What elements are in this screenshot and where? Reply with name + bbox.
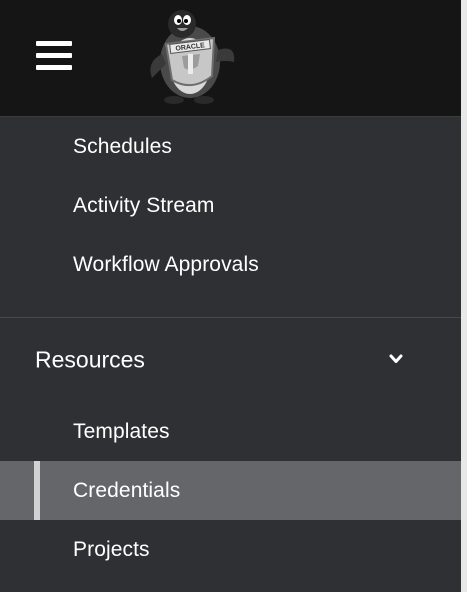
sidebar-item-label: Templates — [73, 419, 170, 443]
sidebar-item-workflow-approvals[interactable]: Workflow Approvals — [0, 235, 461, 294]
oracle-penguin-logo-icon[interactable]: ORACLE — [142, 4, 242, 108]
sidebar-item-templates[interactable]: Templates — [0, 402, 461, 461]
masthead: ORACLE — [0, 0, 461, 117]
app-window: ORACLE Schedules Activity Stream Workflo… — [0, 0, 461, 592]
sidebar-item-label: Workflow Approvals — [73, 252, 259, 276]
nav-group-label: Resources — [35, 346, 145, 373]
sidebar-item-label: Credentials — [73, 478, 181, 502]
sidebar-item-label: Schedules — [73, 134, 172, 158]
sidebar-item-schedules[interactable]: Schedules — [0, 117, 461, 176]
hamburger-bar — [36, 65, 72, 70]
sidebar-item-projects[interactable]: Projects — [0, 520, 461, 579]
sidebar-item-credentials[interactable]: Credentials — [0, 461, 461, 520]
nav-group-resources-toggle[interactable]: Resources — [0, 318, 461, 402]
hamburger-menu-icon[interactable] — [36, 41, 72, 71]
chevron-down-icon — [389, 354, 403, 363]
sidebar-item-activity-stream[interactable]: Activity Stream — [0, 176, 461, 235]
hamburger-bar — [36, 53, 72, 58]
sidebar-nav: Schedules Activity Stream Workflow Appro… — [0, 117, 461, 579]
hamburger-bar — [36, 41, 72, 46]
sidebar-item-label: Activity Stream — [73, 193, 215, 217]
sidebar-item-label: Projects — [73, 537, 150, 561]
